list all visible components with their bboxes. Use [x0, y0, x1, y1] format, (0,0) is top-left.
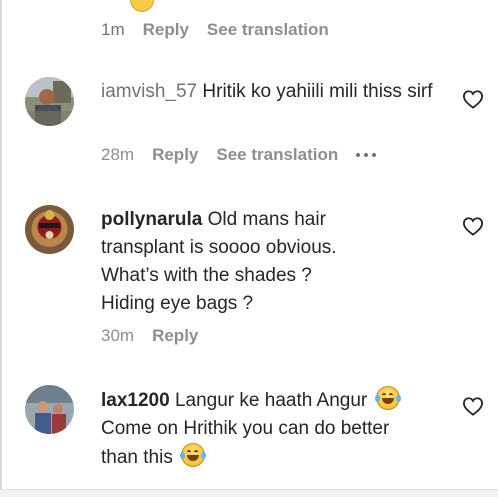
- bottom-divider: [0, 489, 498, 497]
- see-translation-button[interactable]: See translation: [207, 20, 329, 40]
- heart-outline-icon[interactable]: [462, 216, 484, 236]
- comment-timestamp: 28m: [101, 145, 135, 164]
- window-left-border: [0, 0, 2, 497]
- heart-outline-icon[interactable]: [462, 396, 484, 416]
- comment-timestamp: 1m: [101, 20, 125, 39]
- reply-button[interactable]: Reply: [152, 145, 198, 165]
- avatar[interactable]: [25, 205, 74, 254]
- face-with-tears-of-joy-emoji: [180, 443, 207, 467]
- comment-username[interactable]: pollynarula: [101, 209, 202, 230]
- comment-text-line: transplant is soooo obvious.: [101, 237, 337, 258]
- comment-meta-top: 1m Reply See translation: [101, 17, 329, 43]
- comment-meta: 28m Reply See translation: [101, 145, 377, 165]
- comment-text-line: What’s with the shades ?: [101, 265, 312, 286]
- comment-username[interactable]: iamvish_57: [101, 81, 197, 102]
- see-translation-button[interactable]: See translation: [216, 145, 338, 165]
- avatar[interactable]: [25, 385, 74, 434]
- comment-text: Hritik ko yahiili mili thiss sirf: [202, 81, 433, 102]
- comment-text-line: Langur ke haath Angur: [174, 390, 368, 411]
- avatar[interactable]: [25, 77, 74, 126]
- comment-timestamp: 30m: [101, 326, 135, 345]
- comment-body: lax1200 Langur ke haath Angur Come on Hr…: [101, 386, 441, 472]
- laughing-emoji-icon: [130, 0, 154, 12]
- comment-meta: 30m Reply: [101, 326, 198, 346]
- comment-body: iamvish_57 Hritik ko yahiili mili thiss …: [101, 78, 451, 106]
- reply-button[interactable]: Reply: [143, 20, 189, 40]
- reply-button[interactable]: Reply: [152, 326, 198, 346]
- face-with-tears-of-joy-emoji: [374, 386, 401, 410]
- comment-username[interactable]: lax1200: [101, 390, 170, 411]
- heart-outline-icon[interactable]: [462, 89, 484, 109]
- comment-text-line: Hiding eye bags ?: [101, 293, 254, 314]
- comment-body: pollynarula Old mans hair transplant is …: [101, 206, 441, 318]
- comment-text-line: Come on Hrithik you can do better: [101, 418, 390, 439]
- comment-text-line: Old mans hair: [207, 209, 326, 230]
- more-options-icon[interactable]: [356, 153, 377, 157]
- comment-text-line: than this: [101, 447, 173, 468]
